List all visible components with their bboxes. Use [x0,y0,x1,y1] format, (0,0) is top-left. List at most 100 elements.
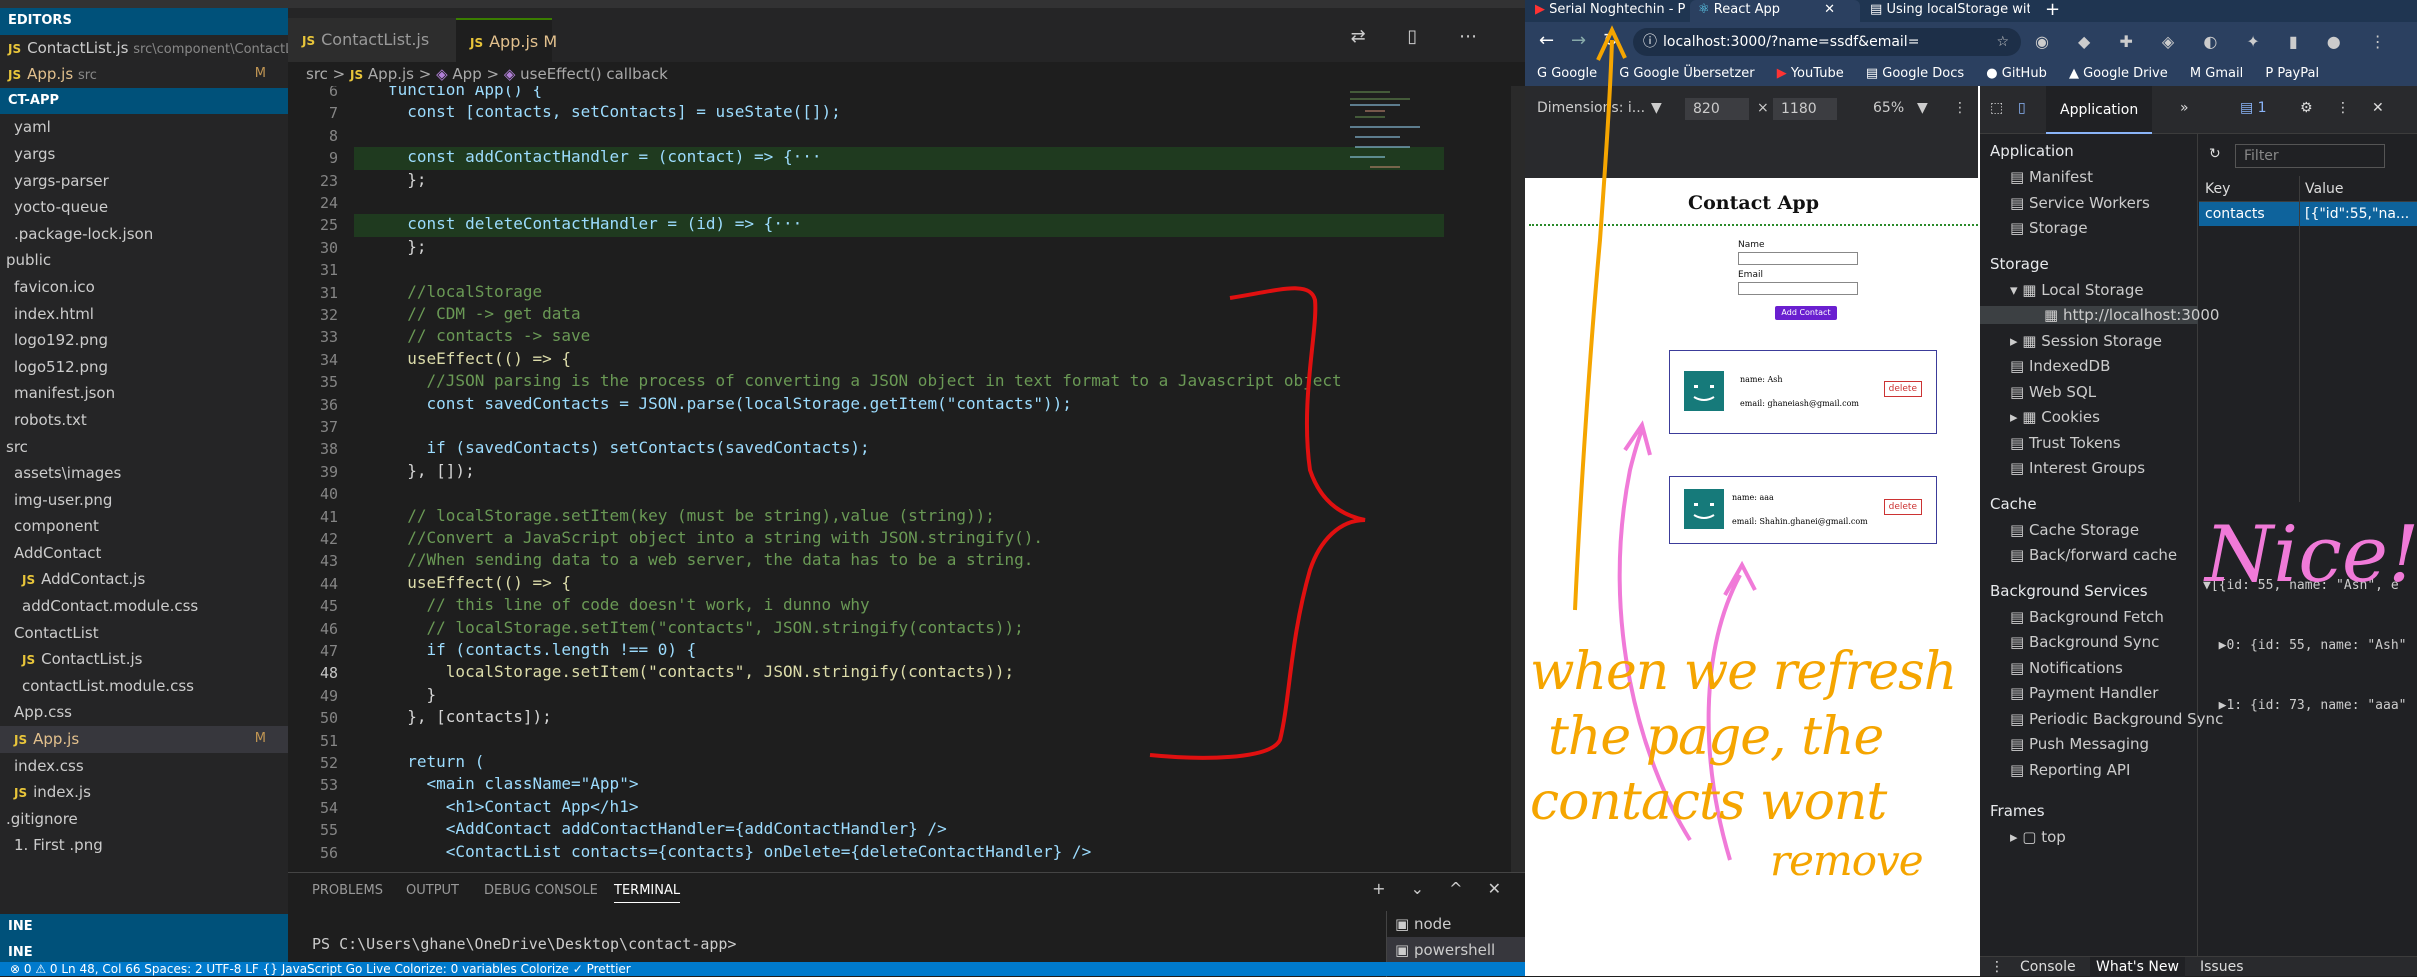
file-tree-item[interactable]: robots.txt [0,407,288,434]
code-line[interactable]: //JSON parsing is the process of convert… [388,371,1342,390]
bookmark-gmail[interactable]: M Gmail [2172,66,2243,81]
file-tree-item[interactable]: JS AddContact.js [0,566,288,593]
gear-icon[interactable]: ⚙ [2300,100,2313,116]
code-line[interactable]: if (savedContacts) setContacts(savedCont… [388,438,870,457]
file-tree-item[interactable]: .gitignore [0,806,288,833]
code-line[interactable]: // localStorage.setItem("contacts", JSON… [388,618,1024,637]
file-tree-item[interactable]: addContact.module.css [0,593,288,620]
minimap[interactable] [1345,86,1445,286]
reload-icon[interactable]: ↻ [1603,30,1618,51]
bookmark-google[interactable]: G Google [1525,66,1597,81]
panel-actions[interactable]: + ⌄ ^ ✕ [1372,879,1511,898]
file-tree-item[interactable]: index.css [0,753,288,780]
value-column-header[interactable]: Value [2305,176,2343,202]
file-tree-item[interactable]: contactList.module.css [0,673,288,700]
delete-button[interactable]: delete [1883,499,1922,515]
status-text[interactable]: ⊗ 0 ⚠ 0 Ln 48, Col 66 Spaces: 2 UTF-8 LF… [0,962,631,976]
code-line[interactable]: if (contacts.length !== 0) { [388,640,697,659]
file-tree-item[interactable]: ContactList [0,620,288,647]
code-line[interactable]: useEffect(() => { [388,573,571,592]
tab-terminal[interactable]: TERMINAL [614,883,681,903]
code-line[interactable]: //When sending data to a web server, the… [388,550,1033,569]
preview-line[interactable]: ▶0: {id: 55, name: "Ash" [2203,636,2417,656]
browser-tab-serial[interactable]: ▶ Serial Noghtechin - Pa [1535,0,1685,22]
breadcrumb-file[interactable]: App.js [368,65,414,83]
name-input[interactable] [1738,252,1858,265]
editor-scrollbar[interactable] [1511,86,1525,872]
file-tree-item[interactable]: assets\images [0,460,288,487]
preview-line[interactable]: ▼[{id: 55, name: "Ash", e [2203,576,2417,596]
file-tree-item[interactable]: favicon.ico [0,274,288,301]
file-tree-item[interactable]: JS ContactList.js [0,646,288,673]
new-tab-button[interactable]: + [2045,0,2060,22]
sidebar-item[interactable]: ▤ Service Workers [2010,194,2150,212]
terminal-item-powershell[interactable]: ▣ powershell [1387,937,1525,963]
sidebar-item[interactable]: ▤ Trust Tokens [2010,434,2121,452]
sidebar-item[interactable]: ▦ http://localhost:3000 [1980,306,2219,324]
tab-whats-new[interactable]: What's New [2090,957,2185,977]
file-tree-item[interactable]: yocto-queue [0,194,288,221]
sidebar-item[interactable]: ▤ Storage [2010,219,2088,237]
sidebar-item[interactable]: ▤ Cache Storage [2010,521,2139,539]
file-tree-item[interactable]: .package-lock.json [0,221,288,248]
star-icon[interactable]: ☆ [1996,28,2009,56]
terminal-item-node[interactable]: ▣ node [1387,911,1525,937]
device-dimensions-select[interactable]: Dimensions: i... [1537,100,1645,116]
delete-button[interactable]: delete [1883,381,1922,397]
bookmark-drive[interactable]: ▲ Google Drive [2051,66,2168,81]
sidebar-item[interactable]: ▤ Payment Handler [2010,684,2158,702]
table-row[interactable]: contacts [{"id":55,"na... [2199,202,2417,226]
file-tree-item[interactable]: index.html [0,301,288,328]
sidebar-item[interactable]: ▤ Notifications [2010,659,2123,677]
device-toggle-icon[interactable]: ▯ [2018,100,2026,116]
breadcrumb-callback[interactable]: useEffect() callback [520,65,668,83]
refresh-icon[interactable]: ↻ [2209,146,2221,162]
device-width-input[interactable]: 820 [1685,98,1749,120]
outline-header[interactable]: INE [0,914,288,941]
code-line[interactable]: return ( [388,752,484,771]
file-tree-item[interactable]: JS App.js M [0,726,288,753]
breadcrumb-src[interactable]: src [306,65,328,83]
device-height-input[interactable]: 1180 [1773,98,1837,120]
close-icon[interactable]: ✕ [2372,100,2384,116]
file-tree-item[interactable]: src [0,434,288,461]
code-line[interactable]: <h1>Contact App</h1> [388,797,639,816]
address-bar[interactable]: ⓘ localhost:3000/?name=ssdf&email= ☆ [1633,28,2021,56]
project-header[interactable]: CT-APP [0,87,288,115]
open-editor-item[interactable]: JS ContactList.js src\component\ContactLi… [0,35,288,62]
code-line[interactable]: // this line of code doesn't work, i dun… [388,595,870,614]
code-line[interactable]: }; [388,170,426,189]
file-tree-item[interactable]: manifest.json [0,380,288,407]
code-line[interactable]: }; [388,237,426,256]
code-line[interactable]: const deleteContactHandler = (id) => {··… [388,214,802,233]
code-line[interactable]: <AddContact addContactHandler={addContac… [388,819,947,838]
tab-application[interactable]: Application [2046,86,2153,134]
file-tree-item[interactable]: yargs [0,141,288,168]
email-input[interactable] [1738,282,1858,295]
tab-issues[interactable]: Issues [2200,957,2244,977]
open-editors-header[interactable]: EDITORS [0,8,288,35]
file-tree-item[interactable]: component [0,513,288,540]
file-tree-item[interactable]: logo512.png [0,354,288,381]
more-icon[interactable]: ⋮ [1953,100,1967,116]
file-tree-item[interactable]: logo192.png [0,327,288,354]
open-editor-item[interactable]: JS App.js src M [0,61,288,88]
close-icon[interactable]: ✕ [1824,2,1835,17]
preview-line[interactable]: ▶1: {id: 73, name: "aaa" [2203,696,2417,716]
code-line[interactable]: } [388,685,437,704]
sidebar-item[interactable]: ▤ Back/forward cache [2010,546,2177,564]
sidebar-item[interactable]: ▤ Periodic Background Sync [2010,710,2223,728]
tab-debug-console[interactable]: DEBUG CONSOLE [484,883,598,898]
add-contact-button[interactable]: Add Contact [1775,306,1837,320]
sidebar-item[interactable]: ▤ Interest Groups [2010,459,2145,477]
sidebar-item[interactable]: ▤ Background Sync [2010,633,2159,651]
more-tabs-icon[interactable]: » [2180,100,2189,116]
key-column-header[interactable]: Key [2205,176,2230,202]
sidebar-item[interactable]: ▸ ▢ top [2010,828,2066,846]
sidebar-item[interactable]: ▤ IndexedDB [2010,357,2110,375]
file-tree-item[interactable]: img-user.png [0,487,288,514]
code-line[interactable]: }, []); [388,461,474,480]
file-tree-item[interactable]: App.css [0,699,288,726]
sidebar-item[interactable]: ▤ Manifest [2010,168,2093,186]
code-line[interactable]: }, [contacts]); [388,707,552,726]
